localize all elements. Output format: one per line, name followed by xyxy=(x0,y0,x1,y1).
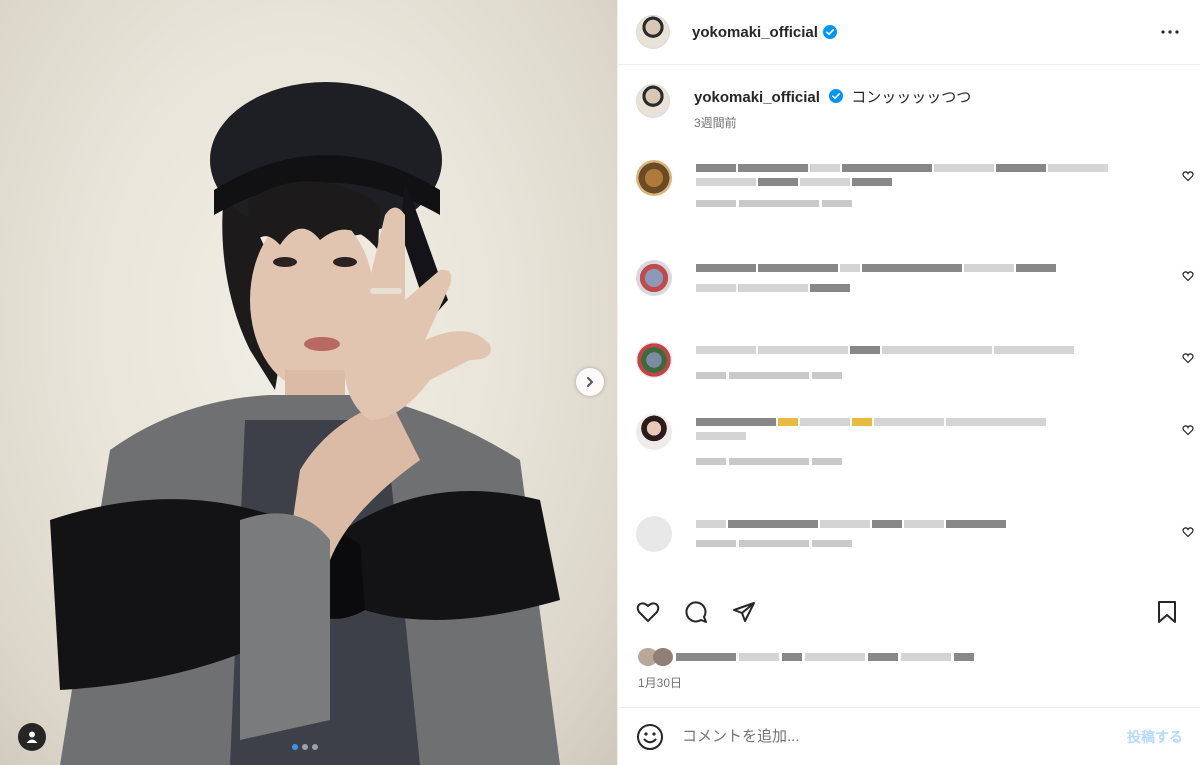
post-side-panel: yokomaki_official yokomaki_official コンッッ… xyxy=(617,0,1200,765)
comment-avatar[interactable] xyxy=(636,342,672,378)
share-button[interactable] xyxy=(732,599,760,625)
avatar[interactable] xyxy=(636,15,670,49)
emoji-icon[interactable] xyxy=(636,723,664,751)
heart-icon xyxy=(636,602,660,623)
post-caption: yokomaki_official コンッッッッつつ 3週間前 xyxy=(636,84,1186,131)
comment-button[interactable] xyxy=(684,599,712,625)
caption-text: コンッッッッつつ xyxy=(851,89,972,106)
share-icon xyxy=(733,602,755,622)
comment-list xyxy=(636,160,1196,586)
comment-avatar[interactable] xyxy=(636,260,672,296)
comment-item xyxy=(636,342,1196,414)
user-tag-icon xyxy=(26,731,38,743)
comment-body xyxy=(696,160,1136,260)
bookmark-icon xyxy=(1158,601,1176,623)
comment-like-icon[interactable] xyxy=(1182,424,1194,436)
caption-timestamp[interactable]: 3週間前 xyxy=(694,114,971,131)
post-action-bar xyxy=(636,597,1184,627)
avatar[interactable] xyxy=(636,84,670,118)
comment-body xyxy=(696,516,1136,586)
more-options-icon xyxy=(1161,30,1179,34)
post-media[interactable] xyxy=(0,0,617,765)
verified-badge-icon xyxy=(829,89,844,103)
save-button[interactable] xyxy=(1156,599,1184,625)
comment-body xyxy=(696,414,1136,516)
carousel-dot xyxy=(302,744,308,750)
comment-icon xyxy=(685,601,707,623)
carousel-indicator xyxy=(292,744,318,750)
post-header: yokomaki_official xyxy=(618,0,1200,65)
liker-avatar xyxy=(653,648,673,666)
likes-summary[interactable] xyxy=(638,648,1088,666)
caption-username[interactable]: yokomaki_official xyxy=(694,89,820,106)
comment-body xyxy=(696,342,1136,414)
carousel-dot xyxy=(312,744,318,750)
carousel-dot xyxy=(292,744,298,750)
user-tag-button[interactable] xyxy=(18,723,46,751)
comment-form: 投稿する xyxy=(618,707,1200,765)
verified-badge-icon xyxy=(822,25,837,39)
comment-body xyxy=(696,260,1136,342)
comment-like-icon[interactable] xyxy=(1182,170,1194,182)
post-photo xyxy=(50,82,560,765)
comment-item xyxy=(636,260,1196,342)
next-image-button[interactable] xyxy=(576,368,604,396)
username-link[interactable]: yokomaki_official xyxy=(692,24,818,41)
comment-input[interactable] xyxy=(682,728,1102,745)
post-comment-button[interactable]: 投稿する xyxy=(1127,727,1183,747)
comment-like-icon[interactable] xyxy=(1182,526,1194,538)
comment-item xyxy=(636,160,1196,260)
comment-item xyxy=(636,414,1196,516)
comment-like-icon[interactable] xyxy=(1182,352,1194,364)
like-button[interactable] xyxy=(636,599,664,625)
comment-avatar[interactable] xyxy=(636,160,672,196)
post-date[interactable]: 1月30日 xyxy=(638,674,682,691)
comment-avatar[interactable] xyxy=(636,414,672,450)
more-options-button[interactable] xyxy=(1158,20,1182,44)
comment-item xyxy=(636,516,1196,586)
comment-avatar[interactable] xyxy=(636,516,672,552)
comment-like-icon[interactable] xyxy=(1182,270,1194,282)
chevron-right-icon xyxy=(587,377,594,387)
